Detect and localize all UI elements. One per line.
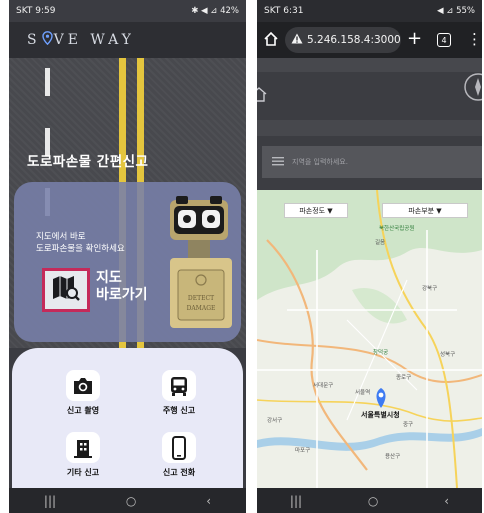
- menu-report-other[interactable]: 기타 신고: [48, 432, 118, 478]
- url-text: 5.246.158.4:3000: [307, 34, 401, 46]
- map-label: 창덕궁: [373, 350, 389, 356]
- logo-text: VE WAY: [53, 32, 135, 48]
- menu-report-photo[interactable]: 신고 촬영: [48, 370, 118, 416]
- nav-recent-apps[interactable]: |||: [290, 494, 302, 508]
- app-header: S VE WAY: [9, 22, 246, 58]
- camera-icon: [66, 370, 100, 401]
- url-bar[interactable]: 5.246.158.4:3000: [285, 27, 401, 53]
- phone-left-screen: SKT 9:59 ✱ ◀︎ ⊿ 42% S VE WAY 도로파손물 간편신고 …: [9, 0, 246, 513]
- nav-back[interactable]: ‹: [444, 494, 449, 508]
- map-shortcut-label[interactable]: 지도 바로가기: [96, 270, 148, 304]
- map-label: 길음: [375, 240, 386, 246]
- warning-icon: [291, 33, 303, 47]
- menu-lines-icon[interactable]: [272, 156, 284, 168]
- svg-text:DETECT: DETECT: [188, 295, 214, 302]
- status-bar: SKT 9:59 ✱ ◀︎ ⊿ 42%: [9, 0, 246, 22]
- nav-home[interactable]: ○: [368, 494, 378, 508]
- search-placeholder: 지역을 입력하세요.: [292, 158, 348, 166]
- search-bar[interactable]: 지역을 입력하세요.: [262, 146, 482, 178]
- map-shortcut-button[interactable]: [42, 268, 90, 312]
- nav-back[interactable]: ‹: [206, 494, 211, 508]
- map-label: 종로구: [396, 375, 412, 381]
- browser-toolbar: 5.246.158.4:3000 + 4 ⋮: [257, 22, 482, 58]
- menu-report-driving[interactable]: 주행 신고: [144, 370, 214, 416]
- map-label: 중구: [403, 422, 414, 428]
- map-label: 성북구: [440, 352, 456, 358]
- nav-home[interactable]: ○: [126, 494, 136, 508]
- map-label: 서울특별시청: [361, 411, 400, 419]
- robot-illustration: DETECT DAMAGE: [164, 196, 236, 332]
- map-label: 강북구: [422, 286, 438, 292]
- card-description: 지도에서 바로 도로파손물을 확인하세요: [36, 232, 125, 254]
- home-icon[interactable]: [263, 31, 279, 51]
- map-label: 북한산국립공원: [379, 226, 415, 232]
- map-label: 마포구: [295, 448, 311, 454]
- map-label: 용산구: [385, 454, 401, 460]
- status-time: SKT 6:31: [264, 6, 304, 16]
- logo-letter-s: S: [27, 32, 41, 48]
- map-view[interactable]: 파손정도 ▼ 파손부분 ▼ 북한산국립공원 길음 강북구 성북구 창덕궁 종로구…: [257, 190, 482, 488]
- map-label: 강서구: [267, 418, 283, 424]
- map-search-icon: [51, 274, 81, 306]
- map-label: 서대문구: [313, 383, 334, 389]
- system-nav-bar: ||| ○ ‹: [9, 488, 246, 513]
- menu-report-call[interactable]: 신고 전화: [144, 432, 214, 478]
- location-pin-icon: [41, 31, 53, 49]
- damage-level-dropdown[interactable]: 파손정도 ▼: [284, 203, 348, 218]
- building-icon: [66, 432, 100, 463]
- damage-part-dropdown[interactable]: 파손부분 ▼: [382, 203, 468, 218]
- tab-count-button[interactable]: 4: [437, 33, 451, 47]
- status-indicators: ◀ ⊿ 55%: [437, 6, 475, 16]
- nav-recent-apps[interactable]: |||: [44, 494, 56, 508]
- svg-text:DAMAGE: DAMAGE: [187, 305, 216, 312]
- map-label: 서울역: [355, 390, 371, 396]
- system-nav-bar: ||| ○ ‹: [257, 488, 482, 513]
- bus-icon: [162, 370, 196, 401]
- status-bar: SKT 6:31 ◀ ⊿ 55%: [257, 0, 482, 22]
- status-time: SKT 9:59: [16, 6, 56, 16]
- status-indicators: ✱ ◀︎ ⊿ 42%: [191, 6, 239, 16]
- menu-panel: 신고 촬영 주행 신고 기타 신고 신고 전화: [12, 348, 243, 488]
- phone-icon: [162, 432, 196, 463]
- report-title: 도로파손물 간편신고: [27, 154, 149, 170]
- app-logo: S VE WAY: [27, 31, 135, 49]
- house-icon[interactable]: [257, 86, 267, 106]
- browser-menu-button[interactable]: ⋮: [467, 30, 482, 48]
- new-tab-button[interactable]: +: [407, 28, 422, 49]
- map-shortcut-card: 지도에서 바로 도로파손물을 확인하세요 지도 바로가기 DETECT DAMA…: [14, 182, 241, 342]
- web-page: 지역을 입력하세요. 파손정도 ▼ 파손부분 ▼ 북한산국립공원 길음 강북구: [257, 58, 482, 488]
- phone-right-screen: SKT 6:31 ◀ ⊿ 55% 5.246.158.4:3000 + 4 ⋮: [257, 0, 482, 513]
- compass-logo-icon[interactable]: [463, 72, 482, 106]
